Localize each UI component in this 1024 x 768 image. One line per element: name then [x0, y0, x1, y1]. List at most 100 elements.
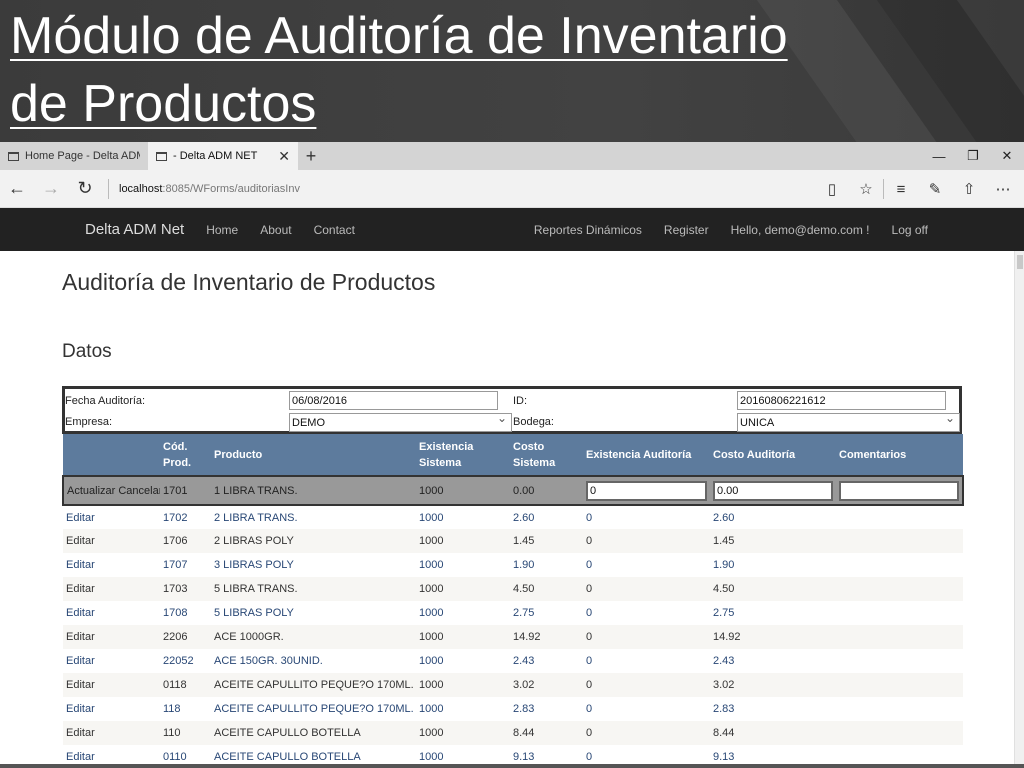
- back-icon[interactable]: ←: [0, 170, 34, 208]
- row-exist-aud: 0: [583, 577, 710, 601]
- nav-about[interactable]: About: [260, 223, 291, 237]
- exist-aud-input[interactable]: 0: [586, 480, 707, 501]
- new-tab-button[interactable]: +: [298, 142, 324, 170]
- row-edit-link[interactable]: Editar: [63, 625, 160, 649]
- row-code: 1703: [160, 577, 211, 601]
- scrollbar-thumb[interactable]: [1017, 255, 1023, 269]
- row-existencia: 1000: [416, 577, 510, 601]
- audit-form: Fecha Auditoría: 06/08/2016 ID: 20160806…: [62, 386, 962, 434]
- row-edit-link[interactable]: Editar: [63, 529, 160, 553]
- edit-actions[interactable]: Actualizar Cancelar: [62, 475, 160, 506]
- row-costo-aud: 2.83: [710, 697, 836, 721]
- id-input[interactable]: 20160806221612: [737, 391, 946, 410]
- row-existencia: 1000: [416, 697, 510, 721]
- row-product: ACEITE CAPULLO BOTELLA: [211, 721, 416, 745]
- table-row: Editar 110 ACEITE CAPULLO BOTELLA 1000 8.44 0…: [63, 721, 963, 745]
- row-comentarios: [836, 697, 963, 721]
- costo-aud-input[interactable]: 0.00: [713, 480, 833, 501]
- id-label: ID:: [513, 395, 528, 407]
- nav-log-off[interactable]: Log off: [892, 223, 928, 237]
- row-edit-link[interactable]: Editar: [63, 505, 160, 529]
- minimize-icon[interactable]: —: [922, 142, 956, 170]
- nav-register[interactable]: Register: [664, 223, 709, 237]
- table-row: Editar 118 ACEITE CAPULLITO PEQUE?O 170ML.…: [63, 697, 963, 721]
- refresh-icon[interactable]: ↻: [68, 170, 102, 208]
- nav-user-greeting[interactable]: Hello, demo@demo.com !: [731, 223, 870, 237]
- row-product: 3 LIBRAS POLY: [211, 553, 416, 577]
- share-icon[interactable]: ⇧: [952, 170, 986, 208]
- row-costo-aud: 2.60: [710, 505, 836, 529]
- page-icon: [8, 151, 19, 161]
- vertical-scrollbar[interactable]: [1014, 251, 1024, 768]
- row-edit-link[interactable]: Editar: [63, 673, 160, 697]
- row-edit-link[interactable]: Editar: [63, 649, 160, 673]
- close-window-icon[interactable]: ✕: [990, 142, 1024, 170]
- bodega-label: Bodega:: [513, 416, 554, 428]
- slide-title-line-2: de Productos: [10, 75, 317, 133]
- row-comentarios: [836, 601, 963, 625]
- edit-existencia: 1000: [416, 475, 510, 506]
- nav-contact[interactable]: Contact: [314, 223, 355, 237]
- row-product: 5 LIBRA TRANS.: [211, 577, 416, 601]
- row-product: ACE 150GR. 30UNID.: [211, 649, 416, 673]
- col-header-comentarios: Comentarios: [836, 434, 963, 476]
- row-code: 1706: [160, 529, 211, 553]
- page-content: Auditoría de Inventario de Productos Dat…: [0, 251, 1024, 768]
- row-costo-aud: 4.50: [710, 577, 836, 601]
- col-header-costo-aud: Costo Auditoría: [710, 434, 836, 476]
- slide-header: Módulo de Auditoría de Inventario de Pro…: [0, 0, 1024, 142]
- hub-icon[interactable]: ≡: [884, 170, 918, 208]
- more-icon[interactable]: ⋯: [986, 170, 1020, 208]
- empresa-select[interactable]: DEMO: [289, 411, 512, 432]
- col-header-exist-aud: Existencia Auditoría: [583, 434, 710, 476]
- row-edit-link[interactable]: Editar: [63, 601, 160, 625]
- row-costo: 2.83: [510, 697, 583, 721]
- row-code: 110: [160, 721, 211, 745]
- nav-home[interactable]: Home: [206, 223, 238, 237]
- tab-delta-adm[interactable]: - Delta ADM NET ✕: [148, 142, 298, 170]
- row-code: 1708: [160, 601, 211, 625]
- table-row: Editar 1702 2 LIBRA TRANS. 1000 2.60 0 2.60: [63, 505, 963, 529]
- row-comentarios: [836, 505, 963, 529]
- url-field[interactable]: localhost:8085/WForms/auditoriasInv: [108, 178, 300, 199]
- row-costo: 8.44: [510, 721, 583, 745]
- window-controls: — ❐ ✕: [922, 142, 1024, 170]
- restore-icon[interactable]: ❐: [956, 142, 990, 170]
- fecha-label: Fecha Auditoría:: [65, 395, 146, 407]
- row-code: 118: [160, 697, 211, 721]
- row-edit-link[interactable]: Editar: [63, 721, 160, 745]
- row-costo-aud: 3.02: [710, 673, 836, 697]
- tab-bar: Home Page - Delta ADM NE - Delta ADM NET…: [0, 142, 1024, 170]
- tab-label: - Delta ADM NET: [173, 150, 258, 162]
- row-costo: 2.75: [510, 601, 583, 625]
- row-exist-aud: 0: [583, 625, 710, 649]
- row-comentarios: [836, 529, 963, 553]
- fecha-input[interactable]: 06/08/2016: [289, 391, 498, 410]
- row-comentarios: [836, 577, 963, 601]
- row-costo-aud: 14.92: [710, 625, 836, 649]
- brand-link[interactable]: Delta ADM Net: [85, 221, 184, 238]
- col-header-actions: [63, 434, 160, 476]
- reading-view-icon[interactable]: ▯: [815, 170, 849, 208]
- row-comentarios: [836, 673, 963, 697]
- row-edit-link[interactable]: Editar: [63, 577, 160, 601]
- close-tab-icon[interactable]: ✕: [278, 148, 290, 165]
- row-product: ACE 1000GR.: [211, 625, 416, 649]
- row-edit-link[interactable]: Editar: [63, 697, 160, 721]
- comentarios-input[interactable]: [839, 480, 959, 501]
- row-edit-link[interactable]: Editar: [63, 553, 160, 577]
- tab-home-page[interactable]: Home Page - Delta ADM NE: [0, 142, 148, 170]
- row-costo: 4.50: [510, 577, 583, 601]
- nav-reportes[interactable]: Reportes Dinámicos: [534, 223, 642, 237]
- row-comentarios: [836, 721, 963, 745]
- url-path: :8085/WForms/auditoriasInv: [162, 182, 300, 195]
- page-title: Auditoría de Inventario de Productos: [62, 269, 436, 295]
- edit-comentarios-cell: [836, 475, 964, 506]
- edit-code: 1701: [160, 475, 211, 506]
- favorite-star-icon[interactable]: ☆: [849, 170, 883, 208]
- table-row: Editar 1708 5 LIBRAS POLY 1000 2.75 0 2.75: [63, 601, 963, 625]
- table-row: Editar 1706 2 LIBRAS POLY 1000 1.45 0 1.45: [63, 529, 963, 553]
- web-note-icon[interactable]: ✎: [918, 170, 952, 208]
- forward-icon[interactable]: →: [34, 170, 68, 208]
- bodega-select[interactable]: UNICA: [737, 411, 960, 432]
